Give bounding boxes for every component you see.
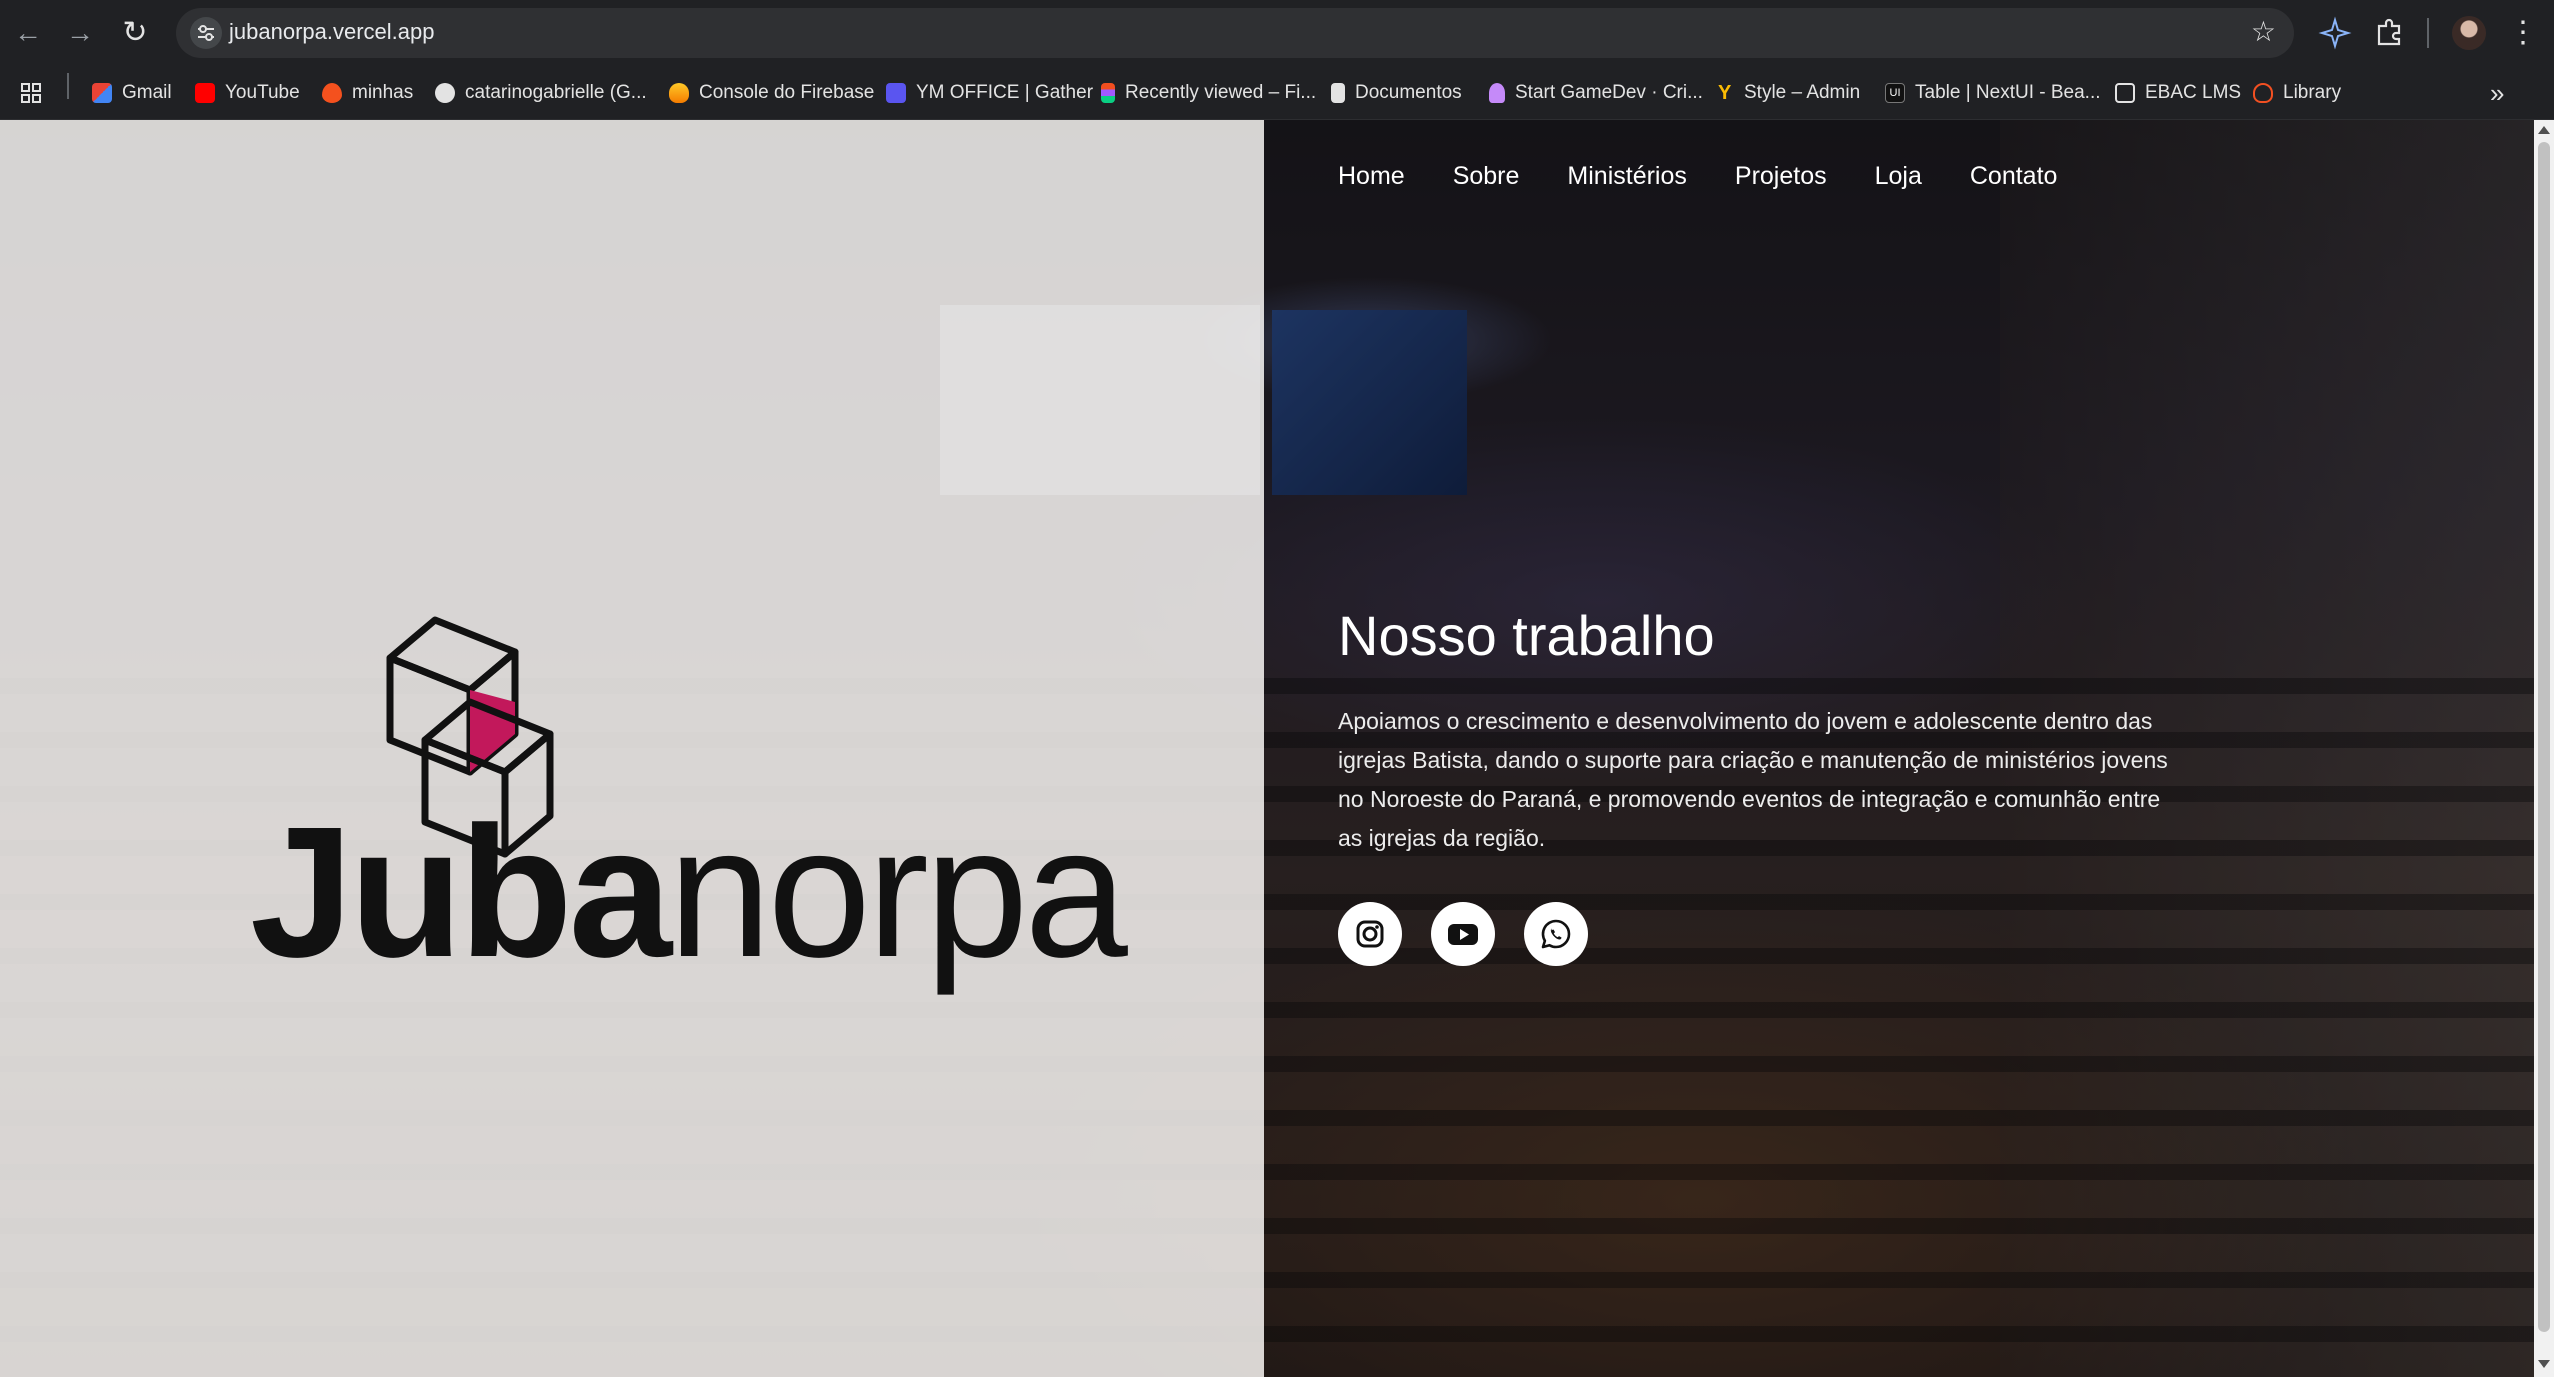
logo-wordmark: Jubanorpa: [250, 800, 1128, 986]
nav-home[interactable]: Home: [1338, 162, 1405, 191]
bookmark-gather[interactable]: YM OFFICE | Gather: [886, 66, 1093, 120]
bookmark-figma[interactable]: Recently viewed – Fi...: [1101, 66, 1316, 120]
bookmark-gmail[interactable]: Gmail: [92, 66, 172, 120]
extension-sparkle-icon[interactable]: [2318, 16, 2352, 50]
extensions-puzzle-icon[interactable]: [2372, 16, 2406, 50]
bookmark-label: YouTube: [225, 82, 300, 103]
nav-ministerios[interactable]: Ministérios: [1567, 162, 1686, 191]
toolbar-divider: [2427, 18, 2429, 48]
youtube-icon: [195, 83, 215, 103]
browser-toolbar: ← → ↻ jubanorpa.vercel.app ☆ ⋮: [0, 0, 2554, 66]
bookmark-minhas[interactable]: minhas: [322, 66, 413, 120]
bookmark-style-admin[interactable]: Y Style – Admin: [1718, 66, 1860, 120]
instagram-button[interactable]: [1338, 902, 1402, 966]
library-icon: [2253, 83, 2273, 103]
logo-word-light: norpa: [668, 789, 1128, 996]
firebase-icon: [669, 83, 689, 103]
bookmark-label: Table | NextUI - Bea...: [1915, 82, 2101, 103]
flame-icon: [322, 83, 342, 103]
nav-contato[interactable]: Contato: [1970, 162, 2058, 191]
bookmark-label: Library: [2283, 82, 2342, 103]
nav-loja[interactable]: Loja: [1875, 162, 1922, 191]
nextui-icon: UI: [1885, 83, 1905, 103]
logo-word-bold: Juba: [250, 789, 672, 996]
nav-projetos[interactable]: Projetos: [1735, 162, 1827, 191]
bookmark-ebac[interactable]: EBAC LMS: [2115, 66, 2241, 120]
main-navigation: Home Sobre Ministérios Projetos Loja Con…: [1338, 162, 2057, 191]
jubanorpa-logo[interactable]: Jubanorpa: [250, 520, 1128, 1120]
bookmark-library[interactable]: Library: [2253, 66, 2341, 120]
hero-description: Apoiamos o crescimento e desenvolvimento…: [1338, 708, 2168, 851]
apps-grid-icon[interactable]: [20, 66, 42, 120]
youtube-icon: [1448, 924, 1478, 945]
bookmark-label: minhas: [352, 82, 414, 103]
bookmark-label: Style – Admin: [1744, 82, 1861, 103]
bookmark-documentos[interactable]: Documentos: [1331, 66, 1462, 120]
scroll-down-arrow-icon[interactable]: [2538, 1360, 2550, 1368]
bookmark-label: Recently viewed – Fi...: [1125, 82, 1317, 103]
bookmark-label: Start GameDev · Cri...: [1515, 82, 1703, 103]
bookmark-label: EBAC LMS: [2145, 82, 2242, 103]
figma-icon: [1101, 83, 1115, 103]
bookmark-gamedev[interactable]: Start GameDev · Cri...: [1489, 66, 1703, 120]
page-viewport: Jubanorpa Home Sobre Ministérios Projeto…: [0, 120, 2554, 1377]
bookmark-github[interactable]: catarinogabrielle (G...: [435, 66, 647, 120]
youtube-button[interactable]: [1431, 902, 1495, 966]
bookmark-youtube[interactable]: YouTube: [195, 66, 300, 120]
bookmark-star-icon[interactable]: ☆: [2251, 16, 2276, 48]
bookmarks-overflow-chevron-icon[interactable]: »: [2490, 66, 2504, 120]
gmail-icon: [92, 83, 112, 103]
page-scrollbar[interactable]: [2534, 120, 2554, 1377]
url-text: jubanorpa.vercel.app: [229, 19, 435, 44]
style-icon: Y: [1718, 82, 1732, 104]
bookmark-label: Console do Firebase: [699, 82, 875, 103]
gather-icon: [886, 83, 906, 103]
overflow-label: »: [2490, 77, 2505, 108]
bookmarks-divider: [67, 73, 69, 99]
address-bar[interactable]: jubanorpa.vercel.app ☆: [176, 8, 2294, 58]
bookmark-nextui[interactable]: UI Table | NextUI - Bea...: [1885, 66, 2101, 120]
reload-icon[interactable]: ↻: [119, 17, 151, 49]
forward-arrow-icon[interactable]: →: [64, 17, 96, 49]
back-arrow-icon[interactable]: ←: [12, 17, 44, 49]
menu-kebab-icon[interactable]: ⋮: [2506, 16, 2540, 50]
instagram-icon: [1356, 920, 1384, 948]
profile-avatar[interactable]: [2452, 16, 2486, 50]
scroll-up-arrow-icon[interactable]: [2538, 126, 2550, 134]
scrollbar-thumb[interactable]: [2538, 142, 2550, 1332]
docs-icon: [1331, 83, 1345, 103]
hero-title: Nosso trabalho: [1338, 604, 1715, 667]
bookmark-label: catarinogabrielle (G...: [465, 82, 647, 103]
gamedev-icon: [1489, 83, 1505, 103]
bookmark-label: Documentos: [1355, 82, 1462, 103]
bookmark-firebase[interactable]: Console do Firebase: [669, 66, 874, 120]
bookmark-label: Gmail: [122, 82, 172, 103]
bookmark-label: YM OFFICE | Gather: [916, 82, 1094, 103]
whatsapp-icon: [1541, 919, 1571, 949]
site-settings-icon[interactable]: [190, 17, 222, 49]
github-icon: [435, 83, 455, 103]
whatsapp-button[interactable]: [1524, 902, 1588, 966]
ebac-icon: [2115, 83, 2135, 103]
nav-sobre[interactable]: Sobre: [1453, 162, 1520, 191]
